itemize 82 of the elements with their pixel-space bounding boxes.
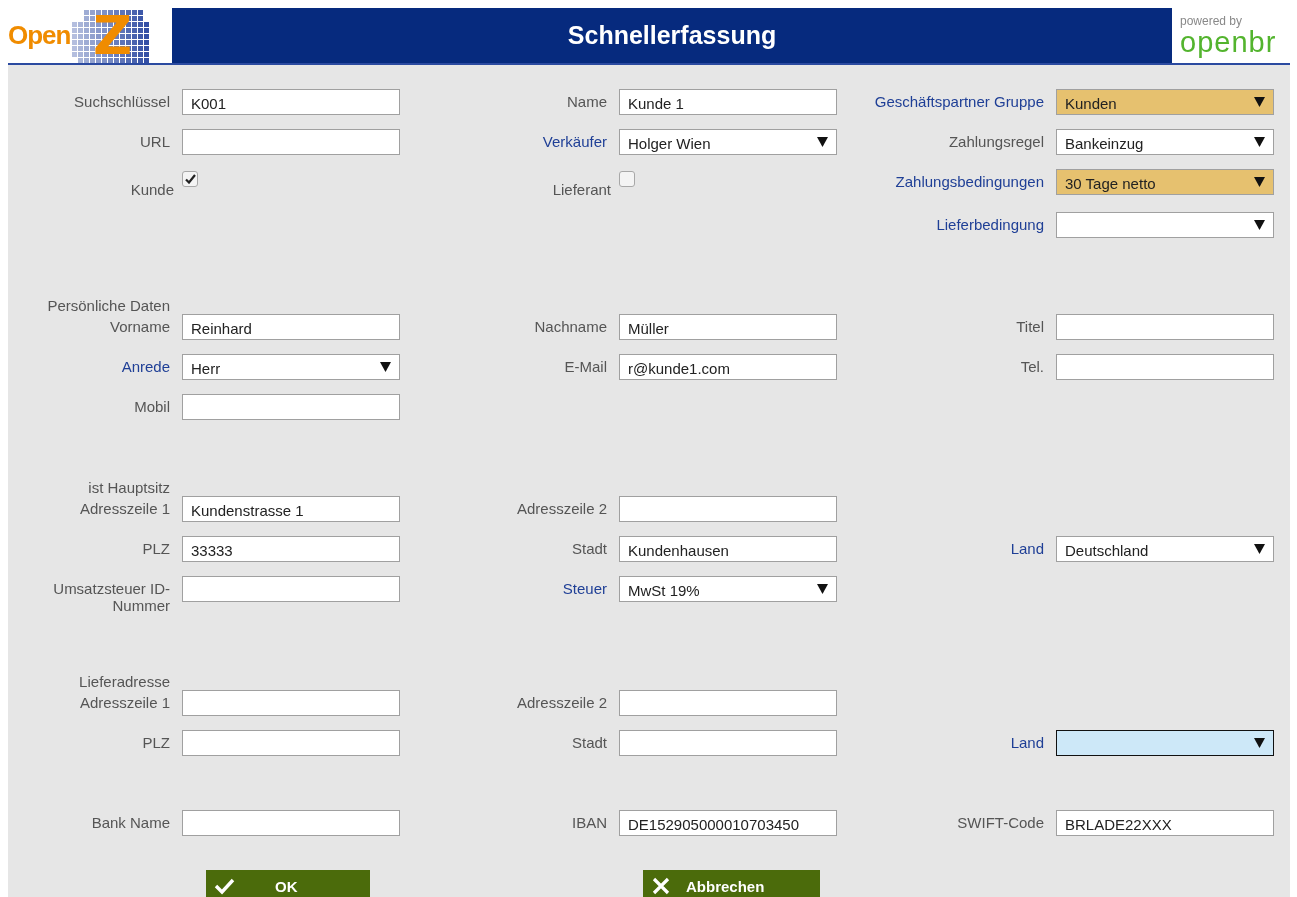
field-label: Suchschlüssel: [74, 93, 170, 110]
field-label: Adresszeile 1: [79, 500, 170, 517]
field-label: E-Mail: [564, 358, 607, 375]
input-field[interactable]: Kundenstrasse 1: [182, 496, 400, 522]
input-field[interactable]: [182, 810, 400, 836]
field-label-link[interactable]: Geschäftspartner Gruppe: [874, 93, 1044, 110]
checkbox[interactable]: [182, 171, 198, 187]
field-label: Vorname: [109, 318, 170, 335]
input-field[interactable]: [619, 690, 837, 716]
caret-icon: [817, 584, 828, 594]
input-field[interactable]: [619, 496, 837, 522]
field-label: PLZ: [142, 734, 170, 751]
field-label: Umsatzsteuer ID-Nummer: [53, 580, 170, 614]
caret-icon: [1254, 738, 1265, 748]
ok-button[interactable]: OK: [206, 870, 370, 897]
field-label: IBAN: [572, 814, 607, 831]
input-field[interactable]: [182, 730, 400, 756]
input-field[interactable]: [619, 730, 837, 756]
field-label: PLZ: [142, 540, 170, 557]
field-label-link[interactable]: Anrede: [121, 358, 170, 375]
caret-icon: [817, 137, 828, 147]
field-label: Stadt: [571, 540, 607, 557]
field-label-link[interactable]: Steuer: [562, 580, 607, 597]
input-field[interactable]: Reinhard: [182, 314, 400, 340]
input-field[interactable]: 33333: [182, 536, 400, 562]
field-label: SWIFT-Code: [957, 814, 1044, 831]
input-field[interactable]: [1056, 354, 1274, 380]
caret-icon: [380, 362, 391, 372]
input-field[interactable]: Kunde 1: [619, 89, 837, 115]
caret-icon: [1254, 137, 1265, 147]
field-label-link[interactable]: Zahlungsbedingungen: [895, 173, 1044, 190]
cancel-button[interactable]: Abbrechen: [643, 870, 820, 897]
input-field[interactable]: K001: [182, 89, 400, 115]
field-label: Adresszeile 2: [516, 694, 607, 711]
caret-icon: [1254, 97, 1265, 107]
field-label-link[interactable]: Lieferbedingung: [936, 216, 1044, 233]
dropdown[interactable]: Deutschland: [1056, 536, 1274, 562]
field-label: Titel: [1016, 318, 1044, 335]
dropdown[interactable]: Kunden: [1056, 89, 1274, 115]
checkbox[interactable]: [619, 171, 635, 187]
input-field[interactable]: r@kunde1.com: [619, 354, 837, 380]
field-label: Lieferant: [552, 181, 611, 198]
field-label: Nachname: [534, 318, 607, 335]
section-heading: Persönliche Daten: [46, 298, 171, 314]
field-label: Zahlungsregel: [948, 133, 1044, 150]
field-label-link[interactable]: Land: [1010, 734, 1044, 751]
field-label: URL: [140, 133, 170, 150]
section-heading: ist Hauptsitz: [87, 480, 171, 496]
dropdown[interactable]: MwSt 19%: [619, 576, 837, 602]
check-icon: [184, 174, 196, 184]
input-field[interactable]: [182, 576, 400, 602]
field-label: Stadt: [571, 734, 607, 751]
caret-icon: [1254, 177, 1265, 187]
check-icon: [214, 876, 235, 896]
input-field[interactable]: [182, 129, 400, 155]
dropdown[interactable]: Herr: [182, 354, 400, 380]
input-field[interactable]: [182, 690, 400, 716]
dropdown[interactable]: [1056, 730, 1274, 756]
field-label-link[interactable]: Verkäufer: [542, 133, 607, 150]
field-label: Adresszeile 1: [79, 694, 170, 711]
input-field[interactable]: Müller: [619, 314, 837, 340]
caret-icon: [1254, 544, 1265, 554]
field-label: Bank Name: [91, 814, 170, 831]
input-field[interactable]: [182, 394, 400, 420]
field-label-link[interactable]: Land: [1010, 540, 1044, 557]
dropdown[interactable]: 30 Tage netto: [1056, 169, 1274, 195]
field-label: Tel.: [1020, 358, 1044, 375]
dropdown[interactable]: Holger Wien: [619, 129, 837, 155]
input-field[interactable]: Kundenhausen: [619, 536, 837, 562]
field-label: Adresszeile 2: [516, 500, 607, 517]
field-label: Mobil: [134, 398, 170, 415]
input-field[interactable]: DE152905000010703450: [619, 810, 837, 836]
partner-logo: powered by openbr: [1179, 13, 1278, 60]
section-heading: Lieferadresse: [78, 674, 171, 690]
field-label: Name: [567, 93, 607, 110]
input-field[interactable]: BRLADE22XXX: [1056, 810, 1274, 836]
dropdown[interactable]: Bankeinzug: [1056, 129, 1274, 155]
window-title: Schnellerfassung: [567, 21, 777, 50]
close-icon: [651, 876, 672, 896]
input-field[interactable]: [1056, 314, 1274, 340]
caret-icon: [1254, 220, 1265, 230]
field-label: Kunde: [130, 181, 174, 198]
